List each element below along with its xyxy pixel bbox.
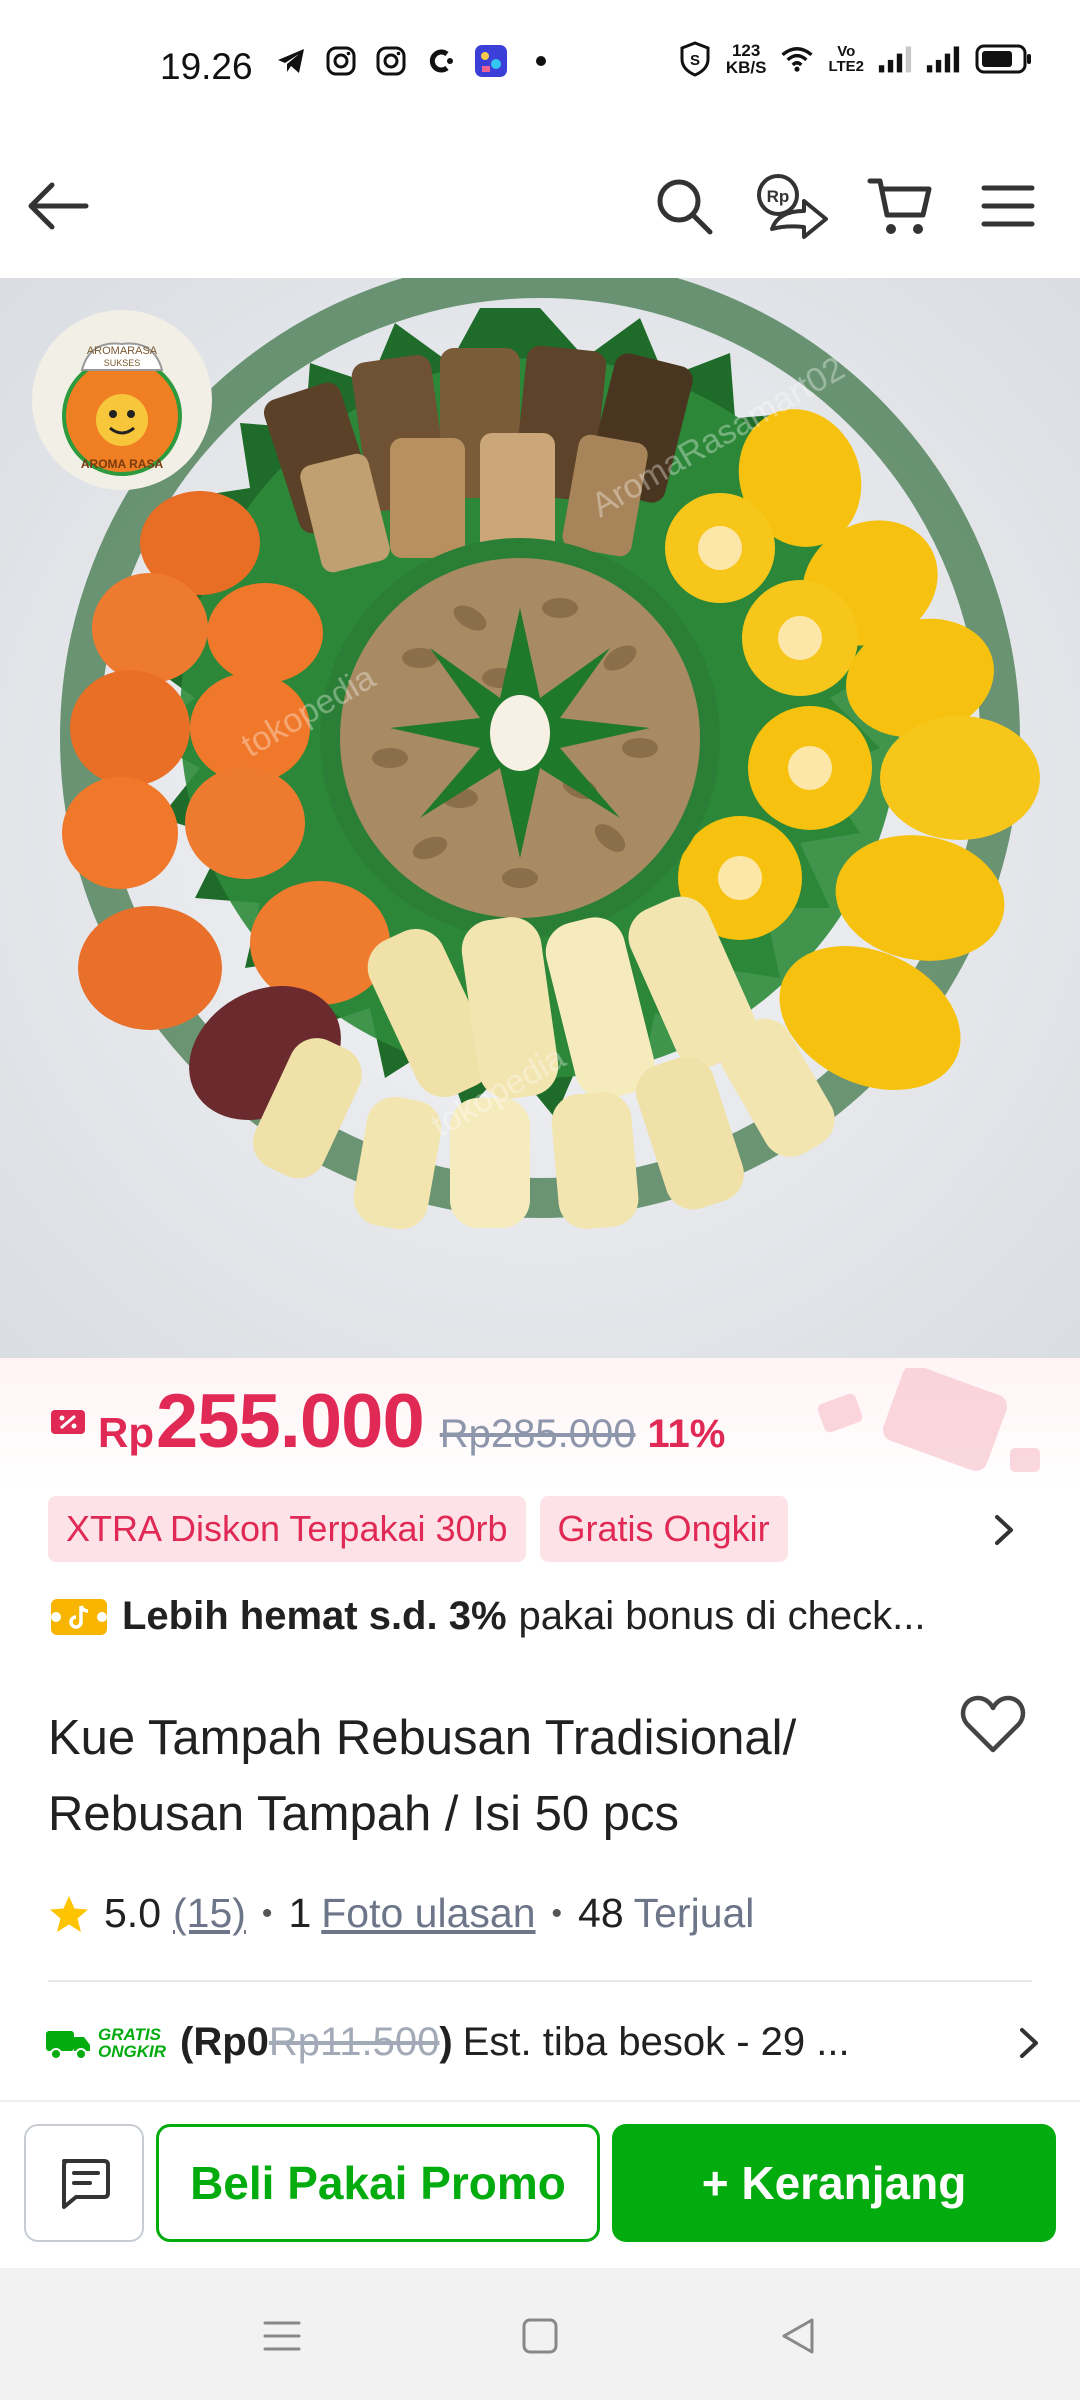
promo-chip-xtra-diskon[interactable]: XTRA Diskon Terpakai 30rb (48, 1496, 526, 1562)
net-speed: 123 KB/S (725, 41, 767, 77)
buy-with-promo-button[interactable]: Beli Pakai Promo (156, 2124, 600, 2242)
promo-chips: XTRA Diskon Terpakai 30rb Gratis Ongkir (48, 1496, 788, 1562)
discount-percentage: 11% (647, 1412, 726, 1456)
shipping-price-original: Rp11.500 (268, 2020, 440, 2064)
separator-dot: • (551, 1896, 563, 1930)
rating-row: 5.0 (15) • 1 Foto ulasan • 48 Terjual (48, 1890, 754, 1937)
chevron-right-icon (1020, 2027, 1038, 2058)
sold-count: 48 (578, 1890, 624, 1936)
instagram-icon (374, 44, 408, 78)
store-logo-top-text: AROMARASA (87, 345, 158, 357)
recents-menu-icon (263, 2321, 301, 2351)
review-count-link[interactable]: (15) (173, 1890, 246, 1937)
separator-dot: • (261, 1896, 273, 1930)
back-triangle-icon (782, 2318, 814, 2354)
home-square-icon (522, 2318, 558, 2354)
promo-chips-more-button[interactable] (976, 1502, 1032, 1558)
section-divider (48, 1980, 1032, 1982)
system-navigation-bar (0, 2268, 1080, 2400)
store-logo-name-text: AROMA RASA (81, 457, 164, 471)
volte-indicator: Vo LTE2 (828, 43, 864, 75)
wifi-icon (780, 42, 814, 76)
photo-review-link[interactable]: Foto ulasan (321, 1890, 535, 1937)
game-app-icon (474, 44, 508, 78)
vpn-shield-icon: S (678, 41, 712, 77)
tampah-food-photo: AROMARASA SUKSES AROMA RASA tokopedia to… (0, 278, 1080, 1358)
product-image[interactable]: AROMARASA SUKSES AROMA RASA tokopedia to… (0, 278, 1080, 1358)
cart-button[interactable] (850, 156, 950, 256)
status-notification-icons (274, 44, 558, 78)
promo-chip-gratis-ongkir[interactable]: Gratis Ongkir (539, 1496, 788, 1562)
search-button[interactable] (634, 156, 734, 256)
system-menu-button[interactable] (252, 2306, 312, 2366)
price-row: Rp 255.000 Rp285.000 11% (50, 1378, 725, 1465)
coupon-icon (51, 1409, 85, 1434)
discount-decoration-icon (817, 1368, 1040, 1472)
chevron-right-icon (995, 1515, 1013, 1545)
delivery-estimate: Est. tiba besok - 29 ... (462, 2020, 850, 2064)
menu-button[interactable] (958, 156, 1058, 256)
store-logo-sub-text: SUKSES (104, 358, 141, 368)
share-button[interactable]: Rp (742, 156, 842, 256)
chat-seller-button[interactable] (24, 2124, 144, 2242)
savings-detail-text: pakai bonus di check... (518, 1594, 926, 1638)
shipping-price: (Rp0 (180, 2020, 269, 2064)
shipping-info-row[interactable]: GRATIS ONGKIR (Rp0 Rp11.500 ) Est. tiba … (44, 2020, 1044, 2065)
delivery-truck-icon (46, 2030, 90, 2060)
back-button[interactable] (8, 156, 108, 256)
wishlist-button[interactable] (960, 1694, 1032, 1766)
rating-score: 5.0 (104, 1890, 161, 1936)
sold-label: Terjual (633, 1890, 755, 1936)
share-rp-icon: Rp (757, 174, 828, 239)
status-time: 19.26 (160, 46, 253, 87)
bonus-savings-row[interactable]: Lebih hemat s.d. 3% pakai bonus di check… (50, 1594, 925, 1639)
instagram-icon (324, 44, 358, 78)
savings-highlight-text: Lebih hemat s.d. 3% (122, 1594, 507, 1638)
gratis-ongkir-badge: GRATIS ONGKIR (98, 2024, 166, 2061)
price-original: Rp285.000 (439, 1412, 636, 1456)
back-arrow-icon (28, 182, 89, 230)
signal-icon (878, 42, 912, 76)
status-system-icons: S 123 KB/S Vo LTE2 (678, 41, 1034, 77)
system-home-button[interactable] (510, 2306, 570, 2366)
tiktok-coin-icon (51, 1598, 107, 1635)
c-app-icon (424, 44, 458, 78)
price-amount: 255.000 (156, 1379, 425, 1464)
add-to-cart-button[interactable]: + Keranjang (612, 2124, 1056, 2242)
price-currency: Rp (98, 1409, 154, 1456)
signal-icon (926, 42, 960, 76)
telegram-icon (274, 44, 308, 78)
status-bar: 19.26 S 123 KB/S Vo LTE2 (0, 0, 1080, 136)
dot-icon (524, 44, 558, 78)
photo-review-count: 1 (288, 1890, 312, 1936)
product-title: Kue Tampah Rebusan Tradisional/ Rebusan … (48, 1711, 797, 1841)
system-back-button[interactable] (768, 2306, 828, 2366)
svg-text:Rp: Rp (767, 187, 790, 206)
search-icon (657, 179, 713, 235)
chat-icon (62, 2159, 110, 2209)
battery-icon (974, 42, 1034, 76)
top-navigation-bar: Rp (0, 136, 1080, 278)
heart-icon (960, 1695, 1026, 1753)
cart-icon (867, 178, 932, 234)
menu-icon (981, 185, 1035, 227)
svg-text:S: S (690, 52, 700, 69)
star-icon (50, 1895, 88, 1932)
